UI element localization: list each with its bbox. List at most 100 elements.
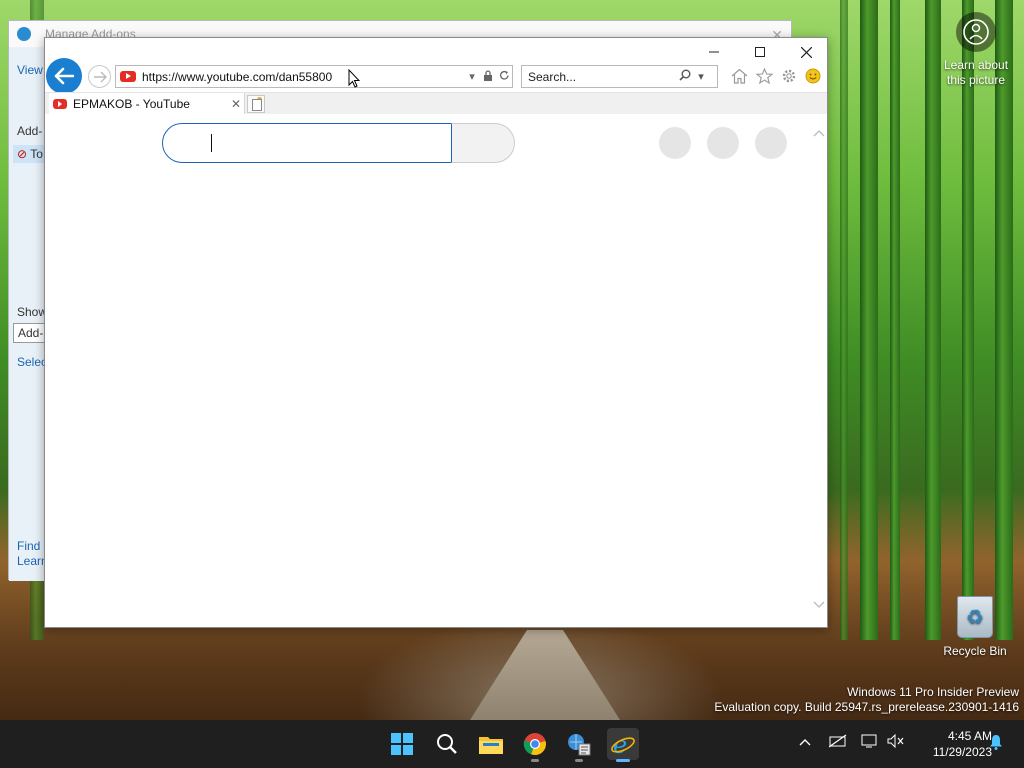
- search-icon[interactable]: [677, 69, 693, 84]
- page-content: [45, 114, 827, 627]
- scroll-up-icon[interactable]: [813, 128, 825, 138]
- volume-tray-button[interactable]: [887, 733, 905, 751]
- control-panel-icon: [568, 734, 591, 756]
- volume-muted-icon: [887, 733, 904, 749]
- chrome-button[interactable]: [519, 728, 551, 762]
- internet-explorer-icon: [17, 27, 31, 41]
- recycle-bin[interactable]: ♻ Recycle Bin: [940, 596, 1010, 658]
- gear-icon: [782, 69, 796, 83]
- taskbar: e: [0, 720, 1024, 768]
- tools-button[interactable]: [778, 65, 800, 87]
- new-tab-button[interactable]: [247, 95, 265, 113]
- network-tray-button[interactable]: [828, 734, 847, 751]
- forward-button[interactable]: [88, 65, 111, 88]
- network-disconnected-icon: [828, 734, 847, 748]
- search-dropdown-icon[interactable]: ▾: [693, 70, 709, 83]
- show-label: Show: [17, 305, 45, 319]
- bamboo-decoration: [962, 0, 974, 640]
- maximize-icon: [755, 47, 765, 57]
- tab-youtube[interactable]: EPMAKOB - YouTube ✕: [49, 93, 245, 115]
- taskbar-search-button[interactable]: [431, 728, 463, 760]
- clock[interactable]: 4:45 AM 11/29/2023: [912, 728, 992, 760]
- search-box[interactable]: ▾: [521, 65, 718, 88]
- toolbars-item[interactable]: ⊘ To: [13, 145, 45, 163]
- youtube-favicon-icon: [120, 71, 136, 82]
- placeholder-circle-icon[interactable]: [707, 127, 739, 159]
- bamboo-decoration: [860, 0, 878, 640]
- home-button[interactable]: [728, 65, 750, 87]
- toolbars-item-label: To: [30, 147, 43, 161]
- back-button[interactable]: [46, 58, 82, 94]
- scroll-down-icon[interactable]: [813, 600, 825, 610]
- active-indicator: [616, 759, 630, 762]
- recycle-bin-label: Recycle Bin: [943, 644, 1007, 658]
- camera-icon: [956, 12, 996, 52]
- tab-close-icon[interactable]: ✕: [228, 97, 244, 111]
- home-icon: [731, 68, 747, 84]
- dropdown-icon[interactable]: ▾: [464, 70, 480, 83]
- back-arrow-icon: [54, 67, 74, 85]
- running-indicator: [531, 759, 539, 762]
- minimize-icon: [709, 51, 719, 53]
- learn-more-link[interactable]: Learn: [17, 554, 45, 568]
- watermark-line1: Windows 11 Pro Insider Preview: [847, 685, 1019, 699]
- chrome-icon: [523, 733, 546, 756]
- clock-date: 11/29/2023: [932, 745, 992, 759]
- find-more-link[interactable]: Find: [17, 539, 45, 553]
- bamboo-decoration: [925, 0, 941, 640]
- close-icon: [800, 46, 812, 58]
- show-dropdown[interactable]: Add-: [13, 323, 45, 343]
- monitor-icon: [861, 734, 877, 748]
- address-url[interactable]: https://www.youtube.com/dan55800: [142, 70, 464, 84]
- show-hidden-icons-button[interactable]: [799, 734, 811, 750]
- browser-toolbar: https://www.youtube.com/dan55800 ▾ ▾: [45, 38, 829, 94]
- tab-title: EPMAKOB - YouTube: [73, 97, 190, 111]
- recycle-bin-icon: ♻: [957, 596, 993, 638]
- youtube-search-button[interactable]: [451, 123, 515, 163]
- addon-types-label: Add-: [17, 124, 43, 138]
- mouse-cursor-icon: [348, 69, 360, 88]
- feedback-button[interactable]: [802, 65, 824, 87]
- chevron-up-icon: [799, 739, 811, 746]
- manage-addons-sidebar: View Add- ⊘ To Show Add- Selec Find Lear…: [9, 47, 45, 581]
- youtube-favicon-icon: [53, 99, 67, 109]
- start-icon: [391, 733, 413, 755]
- garden-path: [470, 630, 620, 720]
- learn-label-line1: Learn about: [943, 58, 1009, 72]
- search-icon: [437, 734, 457, 754]
- address-bar[interactable]: https://www.youtube.com/dan55800 ▾: [115, 65, 513, 88]
- display-tray-button[interactable]: [861, 734, 879, 751]
- refresh-icon[interactable]: [496, 70, 512, 84]
- smiley-icon: [805, 68, 821, 84]
- internet-explorer-window[interactable]: https://www.youtube.com/dan55800 ▾ ▾: [44, 37, 828, 628]
- learn-about-picture-widget[interactable]: Learn about this picture: [936, 12, 1016, 88]
- select-link[interactable]: Selec: [17, 355, 45, 369]
- bamboo-decoration: [840, 0, 848, 640]
- close-button[interactable]: [783, 40, 829, 64]
- tab-strip: EPMAKOB - YouTube ✕: [45, 92, 827, 115]
- file-explorer-button[interactable]: [475, 728, 507, 760]
- blocked-icon: ⊘: [17, 147, 28, 161]
- control-panel-button[interactable]: [563, 728, 595, 762]
- watermark-line2: Evaluation copy. Build 25947.rs_prerelea…: [714, 700, 1019, 714]
- youtube-search-input[interactable]: [162, 123, 452, 163]
- placeholder-circle-icon[interactable]: [659, 127, 691, 159]
- evaluation-watermark: Windows 11 Pro Insider Preview Evaluatio…: [714, 685, 1019, 715]
- maximize-button[interactable]: [737, 40, 783, 64]
- favorites-button[interactable]: [753, 65, 775, 87]
- running-indicator: [575, 759, 583, 762]
- placeholder-circle-icon[interactable]: [755, 127, 787, 159]
- search-input[interactable]: [522, 69, 677, 84]
- clock-time: 4:45 AM: [947, 729, 992, 743]
- internet-explorer-button[interactable]: e: [607, 728, 639, 762]
- view-link[interactable]: View: [17, 63, 45, 77]
- start-button[interactable]: [386, 728, 418, 760]
- internet-explorer-icon: e: [611, 731, 635, 757]
- star-icon: [755, 68, 773, 84]
- learn-label-line2: this picture: [946, 73, 1006, 87]
- text-caret: [211, 134, 212, 152]
- lock-icon[interactable]: [480, 69, 496, 84]
- bamboo-decoration: [995, 0, 1013, 640]
- file-explorer-icon: [479, 737, 503, 754]
- minimize-button[interactable]: [691, 40, 737, 64]
